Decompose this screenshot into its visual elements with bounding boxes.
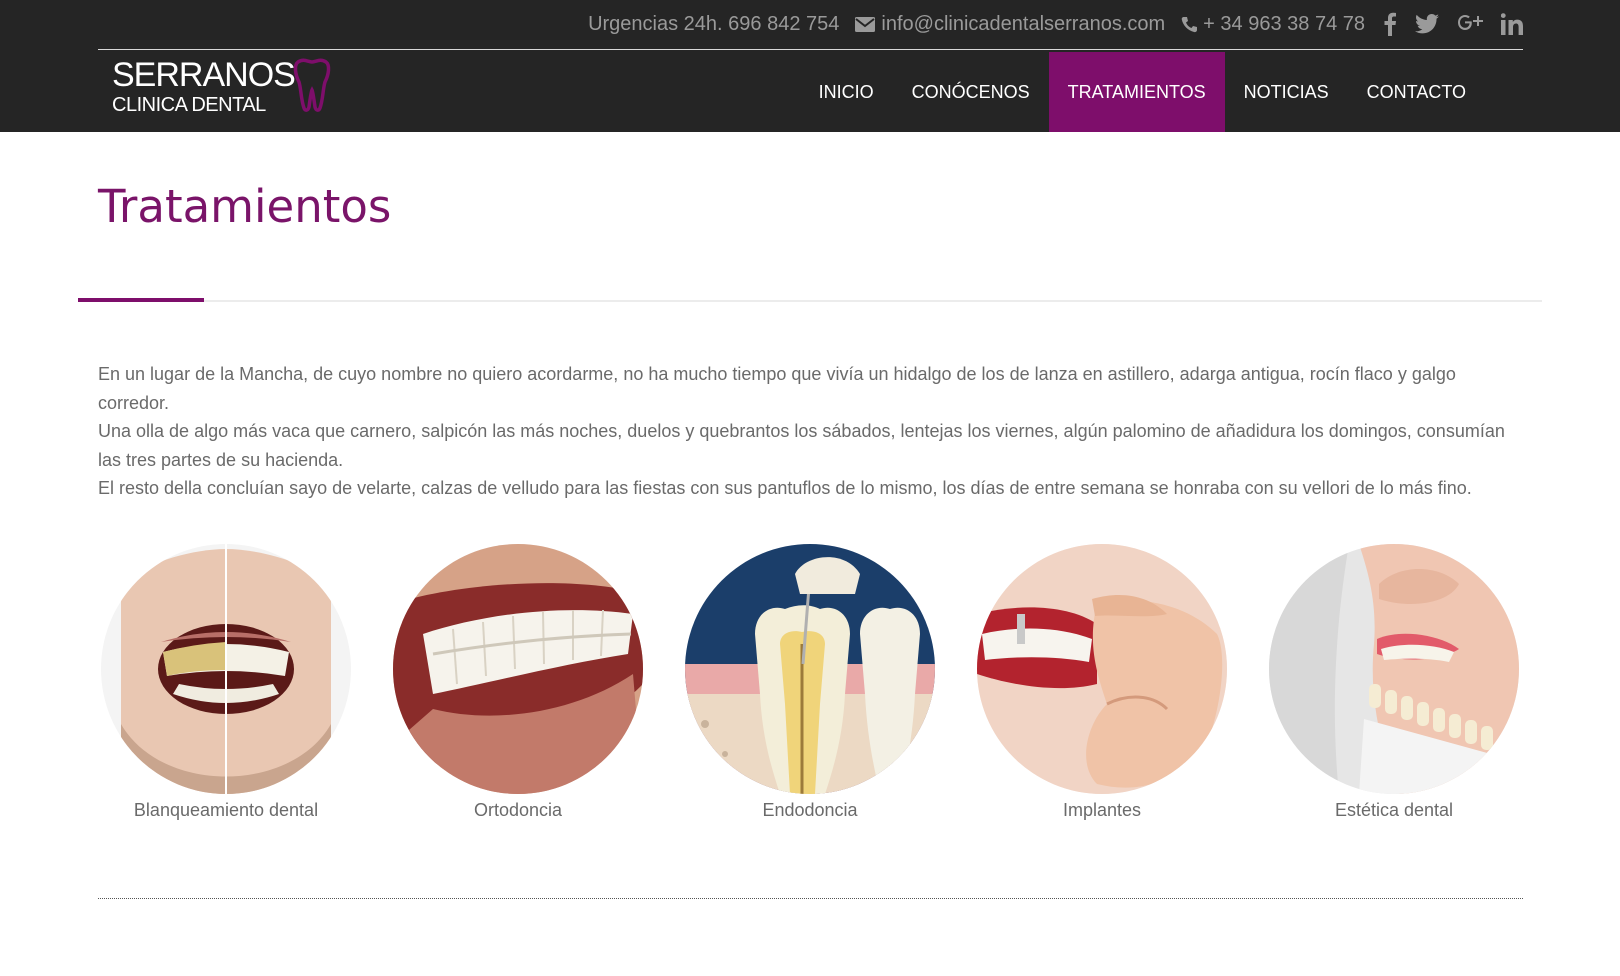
page-title: Tratamientos (98, 180, 392, 233)
nav-conocenos[interactable]: CONÓCENOS (893, 52, 1049, 132)
intro-paragraph-2: Una olla de algo más vaca que carnero, s… (98, 421, 1505, 470)
google-plus-icon[interactable] (1457, 13, 1483, 35)
twitter-icon[interactable] (1415, 14, 1439, 34)
email-text: info@clinicadentalserranos.com (881, 12, 1166, 35)
treatment-blanqueamiento[interactable]: Blanqueamiento dental (98, 544, 354, 821)
phone-link[interactable]: + 34 963 38 74 78 (1181, 13, 1365, 36)
title-accent-bar (78, 298, 204, 302)
nav-noticias[interactable]: NOTICIAS (1225, 52, 1348, 132)
treatments-grid: Blanqueamiento dental Ortodoncia Endodon… (98, 544, 1523, 824)
treatment-label: Blanqueamiento dental (133, 800, 319, 820)
logo-text-clinica: CLINICA DENTAL (112, 94, 266, 116)
main-nav: INICIO CONÓCENOS TRATAMIENTOS NOTICIAS C… (800, 52, 1485, 132)
treatment-image-ortodoncia (393, 544, 643, 794)
footer-divider (98, 898, 1523, 899)
linkedin-icon[interactable] (1501, 13, 1523, 35)
nav-inicio[interactable]: INICIO (800, 52, 893, 132)
treatment-image-implantes (977, 544, 1227, 794)
emergency-phone[interactable]: Urgencias 24h. 696 842 754 (588, 13, 839, 36)
treatment-implantes[interactable]: Implantes (974, 544, 1230, 821)
intro-text: En un lugar de la Mancha, de cuyo nombre… (98, 360, 1528, 503)
title-divider (78, 300, 1542, 302)
nav-contacto[interactable]: CONTACTO (1348, 52, 1485, 132)
intro-paragraph-3: El resto della concluían sayo de velarte… (98, 478, 1472, 498)
tooth-logo-icon (293, 58, 331, 112)
treatment-ortodoncia[interactable]: Ortodoncia (390, 544, 646, 821)
treatment-label: Estética dental (1334, 800, 1454, 820)
treatment-label: Endodoncia (762, 800, 858, 820)
site-logo[interactable]: SERRANOS CLINICA DENTAL (112, 56, 332, 120)
contact-bar: Urgencias 24h. 696 842 754 info@clinicad… (572, 0, 1523, 48)
treatment-image-blanqueamiento (101, 544, 351, 794)
phone-icon (1181, 16, 1198, 32)
treatment-image-estetica (1269, 544, 1519, 794)
envelope-icon (855, 16, 876, 32)
facebook-icon[interactable] (1383, 12, 1397, 36)
site-header: Urgencias 24h. 696 842 754 info@clinicad… (0, 0, 1620, 132)
header-container: Urgencias 24h. 696 842 754 info@clinicad… (98, 0, 1523, 132)
treatment-label: Implantes (1062, 800, 1142, 820)
logo-text-serranos: SERRANOS (112, 56, 296, 94)
treatment-endodoncia[interactable]: Endodoncia (682, 544, 938, 821)
header-divider (98, 49, 1523, 50)
social-links (1383, 12, 1523, 36)
treatment-label: Ortodoncia (473, 800, 563, 820)
intro-paragraph-1: En un lugar de la Mancha, de cuyo nombre… (98, 364, 1456, 413)
treatment-estetica[interactable]: Estética dental (1266, 544, 1522, 821)
emergency-text: Urgencias 24h. 696 842 754 (588, 12, 840, 35)
treatment-image-endodoncia (685, 544, 935, 794)
nav-tratamientos[interactable]: TRATAMIENTOS (1048, 52, 1225, 132)
email-link[interactable]: info@clinicadentalserranos.com (855, 13, 1165, 36)
phone-text: + 34 963 38 74 78 (1203, 12, 1365, 35)
